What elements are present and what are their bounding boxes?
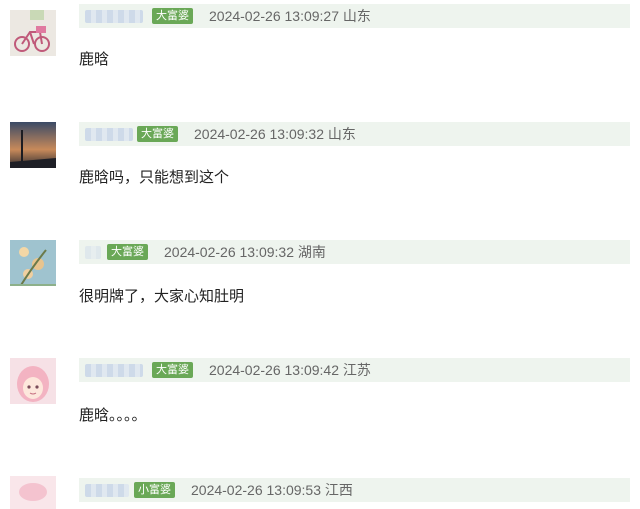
sunset-road-avatar-image	[10, 122, 56, 168]
comment-meta-bar: 大富婆 2024-02-26 13:09:42 江苏	[79, 358, 630, 382]
level-badge: 大富婆	[107, 244, 148, 260]
comment-location: 山东	[327, 126, 356, 142]
comment-timestamp: 2024-02-26 13:09:32 湖南	[164, 244, 326, 260]
pink-avatar-image	[10, 476, 56, 509]
username-blurred[interactable]	[85, 364, 143, 377]
comment-meta-bar: 大富婆 2024-02-26 13:09:32 山东	[79, 122, 630, 146]
comment-location: 山东	[342, 8, 371, 24]
avatar[interactable]	[10, 240, 56, 286]
username-blurred[interactable]	[85, 484, 129, 497]
username-blurred[interactable]	[85, 246, 101, 259]
avatar[interactable]	[10, 122, 56, 168]
level-badge: 小富婆	[134, 482, 175, 498]
comment-timestamp: 2024-02-26 13:09:32 山东	[194, 126, 356, 142]
comment-location: 江西	[324, 482, 353, 498]
comment-text: 鹿晗	[79, 50, 110, 68]
level-badge: 大富婆	[152, 362, 193, 378]
comment-timestamp: 2024-02-26 13:09:42 江苏	[209, 362, 371, 378]
comment-text: 鹿晗吗，只能想到这个	[79, 168, 230, 186]
comment-timestamp: 2024-02-26 13:09:53 江西	[191, 482, 353, 498]
comment-meta-bar: 大富婆 2024-02-26 13:09:32 湖南	[79, 240, 630, 264]
comment-timestamp: 2024-02-26 13:09:27 山东	[209, 8, 371, 24]
level-badge: 大富婆	[152, 8, 193, 24]
flowers-avatar-image	[10, 240, 56, 286]
username-blurred[interactable]	[85, 128, 133, 141]
avatar[interactable]	[10, 10, 56, 56]
anime-girl-avatar-image	[10, 358, 56, 404]
bicycle-avatar-image	[10, 10, 56, 56]
comment-location: 江苏	[342, 362, 371, 378]
avatar[interactable]	[10, 476, 56, 509]
level-badge: 大富婆	[137, 126, 178, 142]
comment-meta-bar: 大富婆 2024-02-26 13:09:27 山东	[79, 4, 630, 28]
comment-meta-bar: 小富婆 2024-02-26 13:09:53 江西	[79, 478, 630, 502]
avatar[interactable]	[10, 358, 56, 404]
comment-text: 鹿晗。。。。	[79, 406, 147, 424]
username-blurred[interactable]	[85, 10, 143, 23]
comment-location: 湖南	[297, 244, 326, 260]
comment-text: 很明牌了，大家心知肚明	[79, 287, 245, 305]
